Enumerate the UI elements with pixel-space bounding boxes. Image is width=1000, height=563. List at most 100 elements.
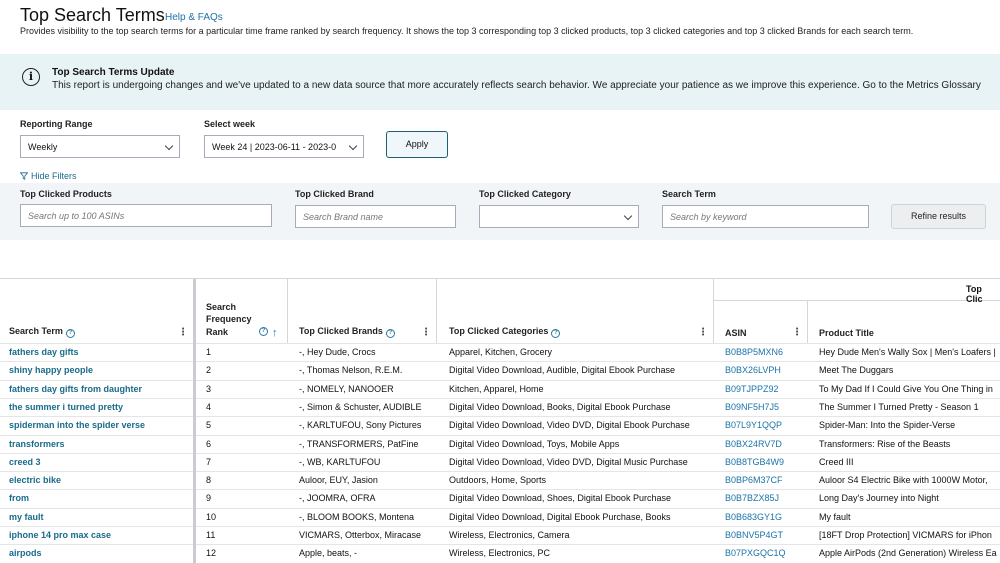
reporting-range-select[interactable]: Weekly (20, 135, 180, 158)
categories-cell: Digital Video Download, Video DVD, Digit… (449, 420, 690, 431)
product-title-cell: [18FT Drop Protection] VICMARS for iPhon (819, 530, 992, 540)
search-term-link[interactable]: the summer i turned pretty (9, 402, 189, 412)
search-term-link[interactable]: shiny happy people (9, 365, 189, 375)
column-header-rank[interactable]: Search Frequency Rank ? ↑ (196, 279, 288, 343)
help-icon[interactable]: ? (385, 329, 395, 338)
column-header-brands[interactable]: Top Clicked Brands? ⋮ (288, 279, 437, 343)
asin-link[interactable]: B0BX26LVPH (725, 365, 805, 375)
search-term-link[interactable]: airpods (9, 548, 189, 558)
asin-search-input[interactable]: Search up to 100 ASINs (20, 204, 272, 227)
product-title-cell: Meet The Duggars (819, 365, 894, 376)
asin-link[interactable]: B07L9Y1QQP (725, 420, 805, 430)
apply-button[interactable]: Apply (386, 131, 448, 158)
search-term-link[interactable]: spiderman into the spider verse (9, 420, 189, 430)
keyword-search-input[interactable]: Search by keyword (662, 205, 869, 228)
page-title: Top Search Terms (20, 5, 165, 25)
product-title-cell: To My Dad If I Could Give You One Thing … (819, 383, 993, 394)
search-term-link[interactable]: fathers day gifts from daughter (9, 384, 189, 394)
product-title-cell: Transformers: Rise of the Beasts (819, 438, 951, 449)
categories-cell: Digital Video Download, Video DVD, Digit… (449, 456, 688, 467)
brands-cell: -, WB, KARLTUFOU (299, 456, 381, 467)
asin-link[interactable]: B0BP6M37CF (725, 475, 805, 485)
product-title-cell: Long Day's Journey into Night (819, 493, 939, 504)
reporting-range-value: Weekly (28, 142, 58, 152)
search-term-link[interactable]: from (9, 493, 189, 503)
products-filter-label: Top Clicked Products (20, 189, 112, 199)
asin-link[interactable]: B09TJPPZ92 (725, 384, 805, 394)
brands-cell: -, KARLTUFOU, Sony Pictures (299, 420, 422, 431)
frozen-column-divider (193, 279, 196, 563)
asin-link[interactable]: B0BNV5P4GT (725, 530, 805, 540)
search-term-link[interactable]: iphone 14 pro max case (9, 530, 189, 540)
column-header-search-term[interactable]: Search Term? ⋮ (0, 279, 194, 343)
brands-header-label: Top Clicked Brands (299, 326, 383, 336)
brands-cell: -, Hey Dude, Crocs (299, 347, 376, 357)
brand-filter-label: Top Clicked Brand (295, 189, 374, 199)
column-header-asin[interactable]: ASIN ⋮ (714, 301, 808, 343)
categories-cell: Apparel, Kitchen, Grocery (449, 347, 553, 357)
categories-header-label: Top Clicked Categories (449, 326, 549, 336)
product-title-cell: Creed III (819, 456, 854, 467)
product-title-cell: The Summer I Turned Pretty - Season 1 (819, 401, 979, 412)
rank-header-line2: Frequency (206, 314, 252, 324)
search-term-link[interactable]: creed 3 (9, 457, 189, 467)
table-row: the summer i turned pretty 4 -, Simon & Sc… (0, 397, 1000, 416)
hide-filters-label: Hide Filters (31, 171, 77, 181)
categories-cell: Outdoors, Home, Sports (449, 475, 547, 486)
rank-cell: 7 (206, 456, 212, 467)
asin-link[interactable]: B0BX24RV7D (725, 439, 805, 449)
column-menu-icon[interactable]: ⋮ (421, 327, 431, 338)
rank-cell: 4 (206, 401, 212, 412)
brand-search-input[interactable]: Search Brand name (295, 205, 456, 228)
column-header-product-title[interactable]: Product Title (808, 301, 1000, 343)
top-clicked-products-group-header: Top Clic (714, 279, 1000, 304)
asin-link[interactable]: B0B8P5MXN6 (725, 347, 805, 357)
categories-cell: Digital Video Download, Shoes, Digital E… (449, 493, 671, 504)
categories-cell: Digital Video Download, Toys, Mobile App… (449, 438, 620, 449)
search-term-link[interactable]: fathers day gifts (9, 347, 189, 357)
product-title-cell: Spider-Man: Into the Spider-Verse (819, 420, 956, 431)
brands-cell: Apple, beats, - (299, 548, 358, 559)
column-header-categories[interactable]: Top Clicked Categories? ⋮ (437, 279, 714, 343)
rank-cell: 8 (206, 475, 212, 486)
brands-cell: -, TRANSFORMERS, PatFine (299, 438, 419, 449)
category-filter-label: Top Clicked Category (479, 189, 571, 199)
banner-text: This report is undergoing changes and we… (52, 80, 981, 91)
refine-results-button[interactable]: Refine results (891, 204, 986, 229)
help-icon[interactable]: ? (551, 329, 561, 338)
search-term-link[interactable]: electric bike (9, 475, 189, 485)
product-title-cell: My fault (819, 511, 851, 522)
product-title-cell: Auloor S4 Electric Bike with 1000W Motor… (819, 475, 988, 486)
column-menu-icon[interactable]: ⋮ (792, 327, 802, 338)
product-title-cell: Apple AirPods (2nd Generation) Wireless … (819, 548, 997, 559)
category-select[interactable] (479, 205, 639, 228)
asin-link[interactable]: B09NF5H7J5 (725, 402, 805, 412)
brands-cell: -, BLOOM BOOKS, Montena (299, 511, 415, 522)
select-week-select[interactable]: Week 24 | 2023-06-11 - 2023-0 (204, 135, 364, 158)
table-row: airpods 12 Apple, beats, - Wireless, Electr… (0, 544, 1000, 562)
asin-link[interactable]: B0B8TGB4W9 (725, 457, 805, 467)
column-menu-icon[interactable]: ⋮ (178, 327, 188, 338)
help-icon[interactable]: ? (259, 327, 268, 336)
column-menu-icon[interactable]: ⋮ (698, 327, 708, 338)
asin-link[interactable]: B0B683GY1G (725, 512, 805, 522)
select-week-value: Week 24 | 2023-06-11 - 2023-0 (212, 142, 337, 152)
rank-cell: 12 (206, 548, 217, 559)
search-term-link[interactable]: transformers (9, 439, 189, 449)
search-term-link[interactable]: my fault (9, 512, 189, 522)
page-description: Provides visibility to the top search te… (20, 26, 914, 36)
sort-ascending-icon[interactable]: ↑ (272, 327, 278, 339)
rank-header-line3: Rank (206, 326, 229, 337)
reporting-range-label: Reporting Range (20, 119, 93, 129)
asin-link[interactable]: B07PXGQC1Q (725, 548, 805, 558)
rank-cell: 9 (206, 493, 212, 504)
brands-cell: -, JOOMRA, OFRA (299, 493, 376, 504)
table-row: fathers day gifts 1 -, Hey Dude, Crocs Appa… (0, 343, 1000, 361)
help-faqs-link[interactable]: Help & FAQs (165, 12, 223, 23)
rank-cell: 2 (206, 365, 212, 376)
banner-title: Top Search Terms Update (52, 67, 175, 78)
help-icon[interactable]: ? (65, 329, 75, 338)
hide-filters-toggle[interactable]: Hide Filters (19, 171, 77, 181)
asin-link[interactable]: B0B7BZX85J (725, 493, 805, 503)
rank-cell: 10 (206, 511, 217, 522)
